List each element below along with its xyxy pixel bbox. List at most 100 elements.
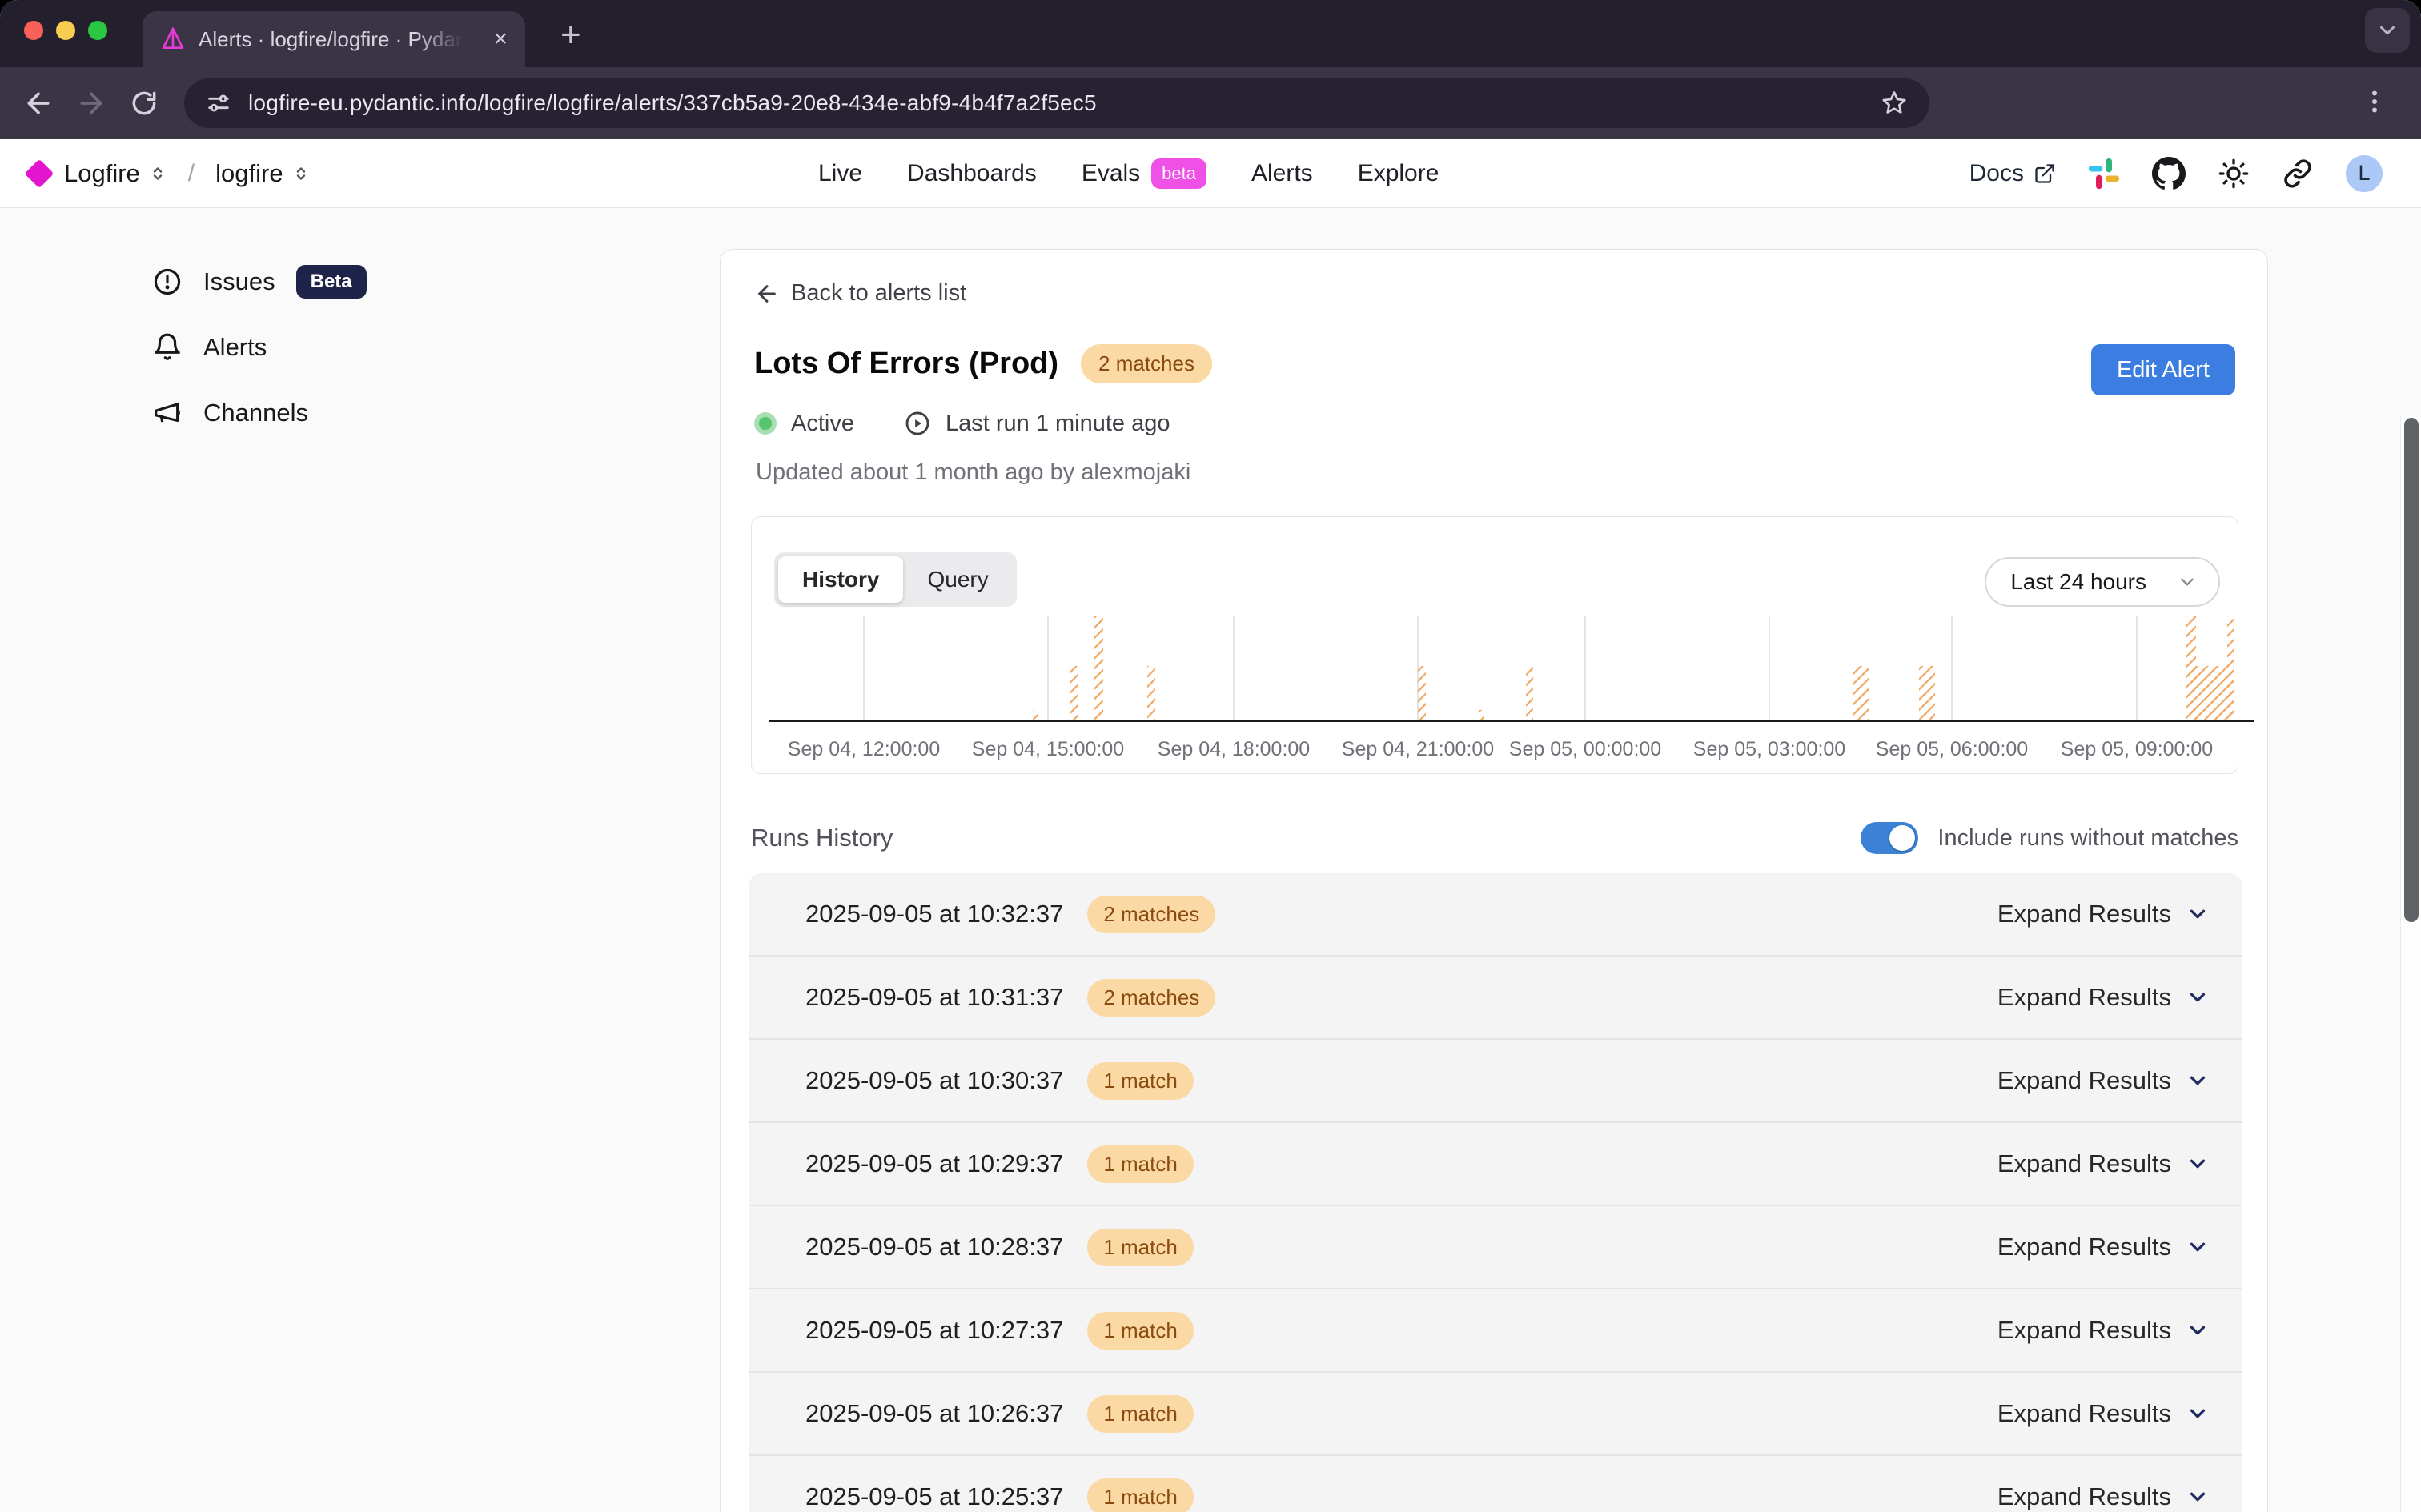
share-link-icon[interactable] [2282, 158, 2314, 190]
bookmark-star-icon[interactable] [1880, 89, 1909, 118]
logfire-logo-icon [25, 158, 54, 188]
runs-list: 2025-09-05 at 10:32:37 2 matches Expand … [749, 873, 2242, 1512]
run-matches-badge: 1 match [1087, 1229, 1194, 1266]
nav-dashboards[interactable]: Dashboards [907, 160, 1037, 187]
user-avatar[interactable]: L [2346, 155, 2383, 192]
site-settings-icon [205, 90, 232, 117]
scrollbar-track[interactable] [2400, 416, 2421, 1512]
chevron-down-icon [2186, 1318, 2210, 1342]
sidebar-item-issues[interactable]: Issues Beta [152, 258, 367, 306]
minimize-window-button[interactable] [56, 21, 75, 40]
scrollbar-thumb[interactable] [2404, 418, 2419, 922]
nav-evals[interactable]: Evalsbeta [1082, 158, 1206, 189]
back-to-alerts-link[interactable]: Back to alerts list [754, 280, 966, 307]
megaphone-icon [152, 398, 183, 428]
expand-results-button[interactable]: Expand Results [1997, 1066, 2210, 1095]
nav-alerts[interactable]: Alerts [1251, 160, 1313, 187]
new-tab-button[interactable]: + [560, 18, 581, 53]
alert-matches-badge: 2 matches [1081, 344, 1212, 383]
url-text: logfire-eu.pydantic.info/logfire/logfire… [248, 90, 1097, 116]
tab-search-button[interactable] [2365, 8, 2410, 53]
expand-results-label: Expand Results [1997, 1066, 2171, 1095]
alert-status-row: Active Last run 1 minute ago [754, 410, 1170, 437]
browser-tab[interactable]: Alerts · logfire/logfire · Pydanti × [143, 11, 525, 67]
svg-text:Sep 04, 15:00:00: Sep 04, 15:00:00 [972, 738, 1124, 760]
sidebar-item-channels[interactable]: Channels [152, 389, 367, 437]
run-matches-badge: 1 match [1087, 1312, 1194, 1350]
back-button[interactable] [21, 86, 56, 121]
tab-query[interactable]: Query [903, 556, 1012, 603]
tab-title: Alerts · logfire/logfire · Pydanti [199, 27, 463, 52]
alert-title: Lots Of Errors (Prod) [754, 347, 1058, 381]
slack-icon[interactable] [2088, 158, 2120, 190]
bell-icon [152, 332, 183, 363]
run-timestamp: 2025-09-05 at 10:29:37 [805, 1149, 1063, 1178]
sidebar-item-label: Channels [203, 399, 308, 427]
tab-history[interactable]: History [778, 556, 903, 603]
run-timestamp: 2025-09-05 at 10:31:37 [805, 983, 1063, 1012]
runs-chart: Sep 04, 12:00:00Sep 04, 15:00:00Sep 04, … [789, 616, 2234, 773]
expand-results-label: Expand Results [1997, 1149, 2171, 1178]
sidebar-item-alerts[interactable]: Alerts [152, 323, 367, 371]
org-switcher[interactable]: Logfire [64, 159, 167, 188]
run-row: 2025-09-05 at 10:25:37 1 match Expand Re… [749, 1456, 2242, 1512]
expand-results-button[interactable]: Expand Results [1997, 900, 2210, 928]
history-query-tabs: History Query [774, 552, 1017, 607]
expand-results-button[interactable]: Expand Results [1997, 983, 2210, 1012]
docs-link[interactable]: Docs [1969, 160, 2056, 187]
light-mode-sun-icon[interactable] [2218, 158, 2250, 190]
reload-button[interactable] [126, 86, 162, 121]
run-row: 2025-09-05 at 10:27:37 1 match Expand Re… [749, 1289, 2242, 1373]
browser-menu-button[interactable] [2360, 87, 2389, 120]
kebab-menu-icon [2360, 87, 2389, 116]
expand-results-button[interactable]: Expand Results [1997, 1316, 2210, 1345]
browser-window: Alerts · logfire/logfire · Pydanti × + l… [0, 0, 2421, 1512]
last-run-label: Last run 1 minute ago [946, 411, 1170, 437]
main-nav: Live Dashboards Evalsbeta Alerts Explore [818, 158, 1439, 189]
tab-close-icon[interactable]: × [493, 27, 508, 51]
expand-results-label: Expand Results [1997, 983, 2171, 1012]
edit-alert-button[interactable]: Edit Alert [2091, 344, 2235, 395]
reload-icon [129, 88, 159, 118]
expand-results-button[interactable]: Expand Results [1997, 1399, 2210, 1428]
svg-text:Sep 05, 00:00:00: Sep 05, 00:00:00 [1509, 738, 1661, 760]
svg-text:Sep 05, 03:00:00: Sep 05, 03:00:00 [1693, 738, 1845, 760]
sidebar: Issues Beta Alerts Channels [152, 258, 367, 437]
expand-results-button[interactable]: Expand Results [1997, 1149, 2210, 1178]
close-window-button[interactable] [24, 21, 43, 40]
forward-button[interactable] [74, 86, 109, 121]
run-matches-badge: 1 match [1087, 1395, 1194, 1433]
chevron-down-icon [2186, 1069, 2210, 1093]
project-switcher[interactable]: logfire [215, 159, 310, 188]
include-runs-toggle-label: Include runs without matches [1937, 825, 2238, 852]
github-icon[interactable] [2152, 157, 2186, 191]
updown-chevrons-icon [148, 164, 167, 183]
breadcrumb-separator: / [188, 160, 195, 187]
expand-results-button[interactable]: Expand Results [1997, 1482, 2210, 1511]
include-runs-toggle[interactable] [1861, 822, 1918, 854]
svg-text:Sep 05, 09:00:00: Sep 05, 09:00:00 [2061, 738, 2213, 760]
window-controls [24, 21, 107, 40]
run-row: 2025-09-05 at 10:30:37 1 match Expand Re… [749, 1040, 2242, 1123]
run-matches-badge: 1 match [1087, 1145, 1194, 1183]
issues-alert-icon [152, 267, 183, 297]
nav-explore[interactable]: Explore [1358, 160, 1439, 187]
nav-live[interactable]: Live [818, 160, 862, 187]
url-bar[interactable]: logfire-eu.pydantic.info/logfire/logfire… [184, 78, 1929, 128]
toggle-knob [1889, 825, 1915, 851]
forward-arrow-icon [75, 87, 107, 119]
run-row: 2025-09-05 at 10:32:37 2 matches Expand … [749, 873, 2242, 957]
expand-results-button[interactable]: Expand Results [1997, 1233, 2210, 1261]
run-matches-badge: 1 match [1087, 1062, 1194, 1100]
arrow-left-icon [754, 281, 780, 307]
sidebar-item-label: Alerts [203, 333, 267, 362]
chevron-down-icon [2186, 985, 2210, 1009]
time-range-select[interactable]: Last 24 hours [1985, 557, 2220, 607]
svg-text:Sep 04, 12:00:00: Sep 04, 12:00:00 [788, 738, 940, 760]
runs-history-header: Runs History Include runs without matche… [751, 822, 2238, 854]
run-timestamp: 2025-09-05 at 10:32:37 [805, 900, 1063, 928]
evals-beta-badge: beta [1151, 158, 1206, 189]
alert-title-row: Lots Of Errors (Prod) 2 matches [754, 344, 1212, 383]
zoom-window-button[interactable] [88, 21, 107, 40]
chevron-down-icon [2186, 1152, 2210, 1176]
